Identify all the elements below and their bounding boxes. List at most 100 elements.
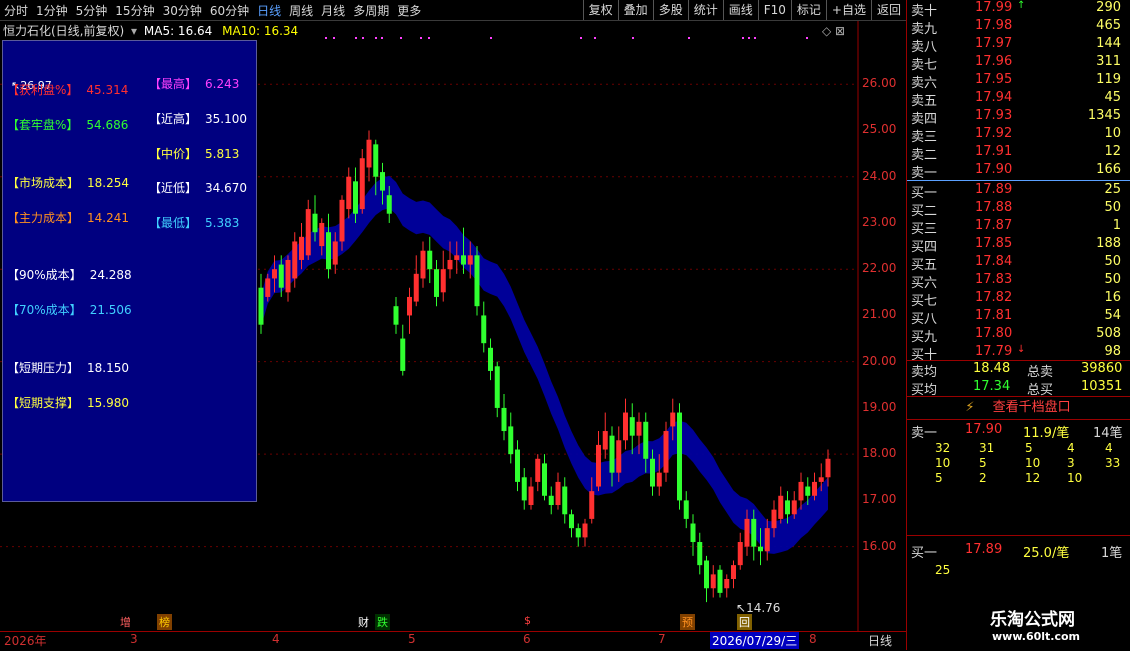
signal-dot [490,37,492,39]
panel-item-value: 15.980 [87,396,130,410]
signal-dot [375,37,377,39]
ask-row[interactable]: 卖三 17.92 10 [909,126,1129,145]
order-price: 17.96 [975,54,1013,69]
dropdown-icon[interactable]: ▾ [131,24,137,38]
period-10[interactable]: 更多 [393,2,425,19]
tool-button-8[interactable]: 返回 [870,0,906,20]
order-volume: 311 [1096,54,1121,69]
candle-body [305,209,311,256]
order-price: 17.97 [975,36,1013,51]
order-volume: 119 [1096,72,1121,87]
qian-dang-link[interactable]: ⚡ 查看千档盘口 [906,397,1130,419]
event-marker[interactable]: 财 [356,614,371,630]
event-marker[interactable]: $ [522,614,533,627]
order-level-label: 卖三 [911,130,938,145]
candle-body [764,528,770,552]
chart-corner-icons[interactable]: ◇ ⊠ [822,24,845,38]
candle-body [710,574,716,589]
sell1-tick: 33 [1105,456,1121,470]
event-marker[interactable]: 回 [737,614,752,630]
period-3[interactable]: 15分钟 [111,2,158,19]
date-axis: 2026年 3 4 5 6 7 2026/07/29/三 8 日线 [0,631,906,651]
order-volume: 12 [1104,144,1121,159]
event-marker[interactable]: 增 [118,614,133,630]
order-price: 17.88 [975,200,1013,215]
tool-button-7[interactable]: +自选 [825,0,871,20]
bid-row[interactable]: 买九 17.80 508 [909,326,1129,345]
event-marker[interactable]: 跌 [375,614,390,630]
bid-row[interactable]: 买六 17.83 50 [909,272,1129,291]
order-price: 17.99 [975,0,1013,15]
bid-row[interactable]: 买三 17.87 1 [909,218,1129,237]
candle-body [731,565,736,580]
candle-body [508,426,514,455]
candle-body [791,500,797,515]
stock-title: 恒力石化(日线,前复权) [3,24,125,38]
ask-row[interactable]: 卖十 17.99 ↑ 290 [909,0,1129,19]
panel-item-value: 14.241 [87,211,130,225]
panel-right-item: 【最低】 5.383 [149,214,239,231]
buy-avg-label: 买均 [911,383,938,398]
candle-body [825,458,831,478]
ask-row[interactable]: 卖八 17.97 144 [909,36,1129,55]
candle-body [393,306,399,325]
candle-body [265,278,271,297]
period-1[interactable]: 1分钟 [32,2,72,19]
sell1-tick: 31 [979,441,995,455]
order-level-label: 卖五 [911,94,938,109]
ask-row[interactable]: 卖五 17.94 45 [909,90,1129,109]
event-marker[interactable]: 预 [680,614,695,630]
candle-body [386,195,392,214]
period-7[interactable]: 周线 [285,2,317,19]
buy1-price: 17.89 [965,542,1003,557]
period-4[interactable]: 30分钟 [159,2,206,19]
order-volume: 98 [1104,344,1121,359]
period-2[interactable]: 5分钟 [72,2,112,19]
order-price: 17.84 [975,254,1013,269]
ask-row[interactable]: 卖一 17.90 166 [909,162,1129,181]
tool-button-3[interactable]: 统计 [687,0,723,20]
ask-row[interactable]: 卖六 17.95 119 [909,72,1129,91]
signal-dot [362,37,364,39]
candle-body [575,528,581,538]
panel-left-item: 【套牢盘%】 54.686 [7,116,128,133]
period-9[interactable]: 多周期 [349,2,393,19]
bid-row[interactable]: 买七 17.82 16 [909,290,1129,309]
period-6[interactable]: 日线 [253,2,285,19]
tool-buttons: 复权 叠加 多股 统计 画线 F10 标记 +自选 返回 [582,0,906,20]
bid-row[interactable]: 买一 17.89 25 [909,182,1129,201]
bid-row[interactable]: 买八 17.81 54 [909,308,1129,327]
bid-row[interactable]: 买五 17.84 50 [909,254,1129,273]
candle-body [359,158,365,210]
panel-item-value: 6.243 [205,77,240,91]
candle-body [602,431,608,450]
tool-button-6[interactable]: 标记 [790,0,826,20]
tool-button-4[interactable]: 画线 [722,0,758,20]
sell1-tick: 32 [935,441,951,455]
signal-dot [594,37,596,39]
tool-button-5[interactable]: F10 [757,0,791,20]
total-sell-label: 总卖 [1027,365,1054,380]
tool-button-1[interactable]: 叠加 [617,0,653,20]
period-8[interactable]: 月线 [317,2,349,19]
tool-button-2[interactable]: 多股 [652,0,688,20]
order-volume: 290 [1096,0,1121,15]
period-0[interactable]: 分时 [0,2,32,19]
ask-row[interactable]: 卖二 17.91 12 [909,144,1129,163]
candle-body [272,269,277,279]
candle-body [805,486,811,496]
period-5[interactable]: 60分钟 [206,2,253,19]
panel-item-label: 【近高】 [149,112,198,126]
candle-body [596,444,601,487]
candle-body [737,542,743,566]
order-price: 17.94 [975,90,1013,105]
bid-row[interactable]: 买四 17.85 188 [909,236,1129,255]
panel-item-value: 21.506 [89,303,132,317]
lightning-icon: ⚡ [965,400,975,415]
ask-row[interactable]: 卖七 17.96 311 [909,54,1129,73]
tool-button-0[interactable]: 复权 [582,0,618,20]
bid-row[interactable]: 买二 17.88 50 [909,200,1129,219]
ask-row[interactable]: 卖九 17.98 465 [909,18,1129,37]
ask-row[interactable]: 卖四 17.93 1345 [909,108,1129,127]
event-marker[interactable]: 榜 [157,614,172,630]
